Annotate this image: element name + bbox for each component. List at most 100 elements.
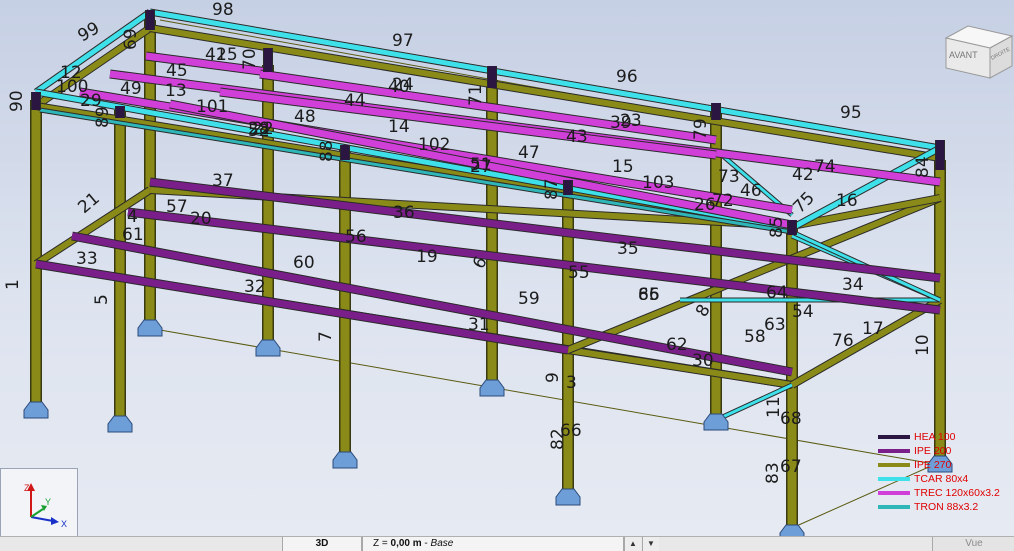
bar-number-label: 9 [543, 372, 563, 383]
legend-item: IPE 200 [878, 444, 1014, 458]
bar-number-label: 72 [712, 191, 734, 211]
status-bar: 3D Z = 0,00 m - Base ▲ ▼ Vue [0, 536, 1014, 551]
legend-label: HEA 100 [914, 431, 956, 443]
z-axis-label: Z [24, 483, 30, 493]
level-value: 0,00 m [390, 538, 422, 549]
viewcube-front-label[interactable]: AVANT [949, 50, 978, 60]
bar-number-label: 48 [294, 107, 316, 127]
x-axis-arrow [30, 516, 54, 522]
column-base[interactable] [137, 319, 163, 337]
legend-label: TCAR 80x4 [914, 473, 969, 485]
bar-number-label: 99 [75, 18, 104, 46]
y-axis-arrow [30, 508, 44, 518]
bar-number-label: 21 [74, 189, 103, 218]
legend-label: TREC 120x60x3.2 [914, 487, 1000, 499]
bar-number-label: 4 [127, 207, 138, 227]
bar-number-label: 44 [344, 91, 366, 111]
bar-number-label: 95 [840, 103, 862, 123]
bar-number-label: 5 [92, 294, 112, 305]
bar-number-label: 13 [165, 81, 187, 101]
bar-number-label: 45 [166, 61, 188, 81]
bar-number-label: 101 [196, 97, 228, 117]
level-up-icon[interactable]: ▲ [624, 537, 641, 551]
bar-number-label: 90 [7, 90, 27, 112]
bar-number-label: 98 [212, 0, 234, 20]
bar-number-label: 60 [293, 253, 315, 273]
bar-number-label: 73 [718, 167, 740, 187]
bar-number-label: 54 [792, 302, 814, 322]
bar-number-label: 56 [345, 227, 367, 247]
y-axis-label: Y [45, 497, 51, 507]
bar-number-label: 63 [764, 315, 786, 335]
view-cube[interactable]: AVANT DROITE [944, 16, 1014, 80]
legend-label: IPE 270 [914, 459, 952, 471]
bar-number-label: 70 [240, 48, 260, 70]
level-field[interactable]: Z = 0,00 m - Base [362, 537, 624, 551]
bar-number-label: 68 [780, 409, 802, 429]
legend-item: TREC 120x60x3.2 [878, 486, 1014, 500]
bar-number-label: 87 [542, 178, 562, 200]
column-base[interactable] [255, 339, 281, 357]
column-base[interactable] [332, 451, 358, 469]
bar-number-label: 97 [392, 31, 414, 51]
3d-viewport[interactable]: 1 3 4 5 6 7 8 9 10 11 12 13 14 15 16 17 19 20 21 22 23 24 25 26… [0, 0, 1014, 546]
bar-number-label: 83 [763, 462, 783, 484]
legend-label: IPE 200 [914, 445, 952, 457]
bar-number-label: 15 [612, 157, 634, 177]
column-base[interactable] [555, 488, 581, 506]
view-field[interactable]: Vue [932, 537, 1014, 551]
legend-label: TRON 88x3.2 [914, 501, 979, 513]
bar-number-label: 33 [76, 249, 98, 269]
bar-number-label: 1 [3, 279, 23, 290]
bar-number-label: 86 [638, 285, 660, 305]
bar-number-label: 82 [548, 428, 568, 450]
bar-number-label: 49 [120, 79, 142, 99]
bar-number-label: 14 [388, 117, 410, 137]
bar-number-label: 59 [518, 289, 540, 309]
column-base[interactable] [703, 413, 729, 431]
bar-number-label: 79 [691, 118, 711, 140]
bar-number-label: 40 [388, 77, 410, 97]
bar-number-label: 96 [616, 67, 638, 87]
bar-number-label: 42 [792, 165, 814, 185]
bar-number-label: 39 [610, 113, 632, 133]
column-base[interactable] [107, 415, 133, 433]
bar-number-label: 35 [617, 239, 639, 259]
bar-number-label: 41 [205, 45, 227, 65]
structure-model[interactable]: 13456789101112131415161719202122 23242526… [0, 0, 1014, 536]
bar-number-label: 102 [418, 135, 450, 155]
column-base[interactable] [779, 524, 805, 536]
bar-number-label: 17 [862, 319, 884, 339]
bar-number-label: 103 [642, 173, 674, 193]
legend-item: HEA 100 [878, 430, 1014, 444]
bar-number-label: 62 [666, 335, 688, 355]
level-name: Base [430, 538, 454, 549]
bar-number-label: 88 [317, 140, 337, 162]
bar-number-label: 16 [836, 191, 858, 211]
bar-number-label: 32 [244, 277, 266, 297]
bar-number-label: 69 [121, 28, 141, 50]
legend-item: TCAR 80x4 [878, 472, 1014, 486]
bar-number-label: 46 [740, 181, 762, 201]
bar-number-label: 36 [393, 203, 415, 223]
bar-number-label: 10 [913, 334, 933, 356]
bar-number-label: 85 [767, 216, 787, 238]
bar-number-label: 52 [248, 121, 270, 141]
view-mode-field[interactable]: 3D [282, 537, 362, 551]
legend-item: TRON 88x3.2 [878, 500, 1014, 514]
level-down-icon[interactable]: ▼ [642, 537, 659, 551]
legend-item: IPE 270 [878, 458, 1014, 472]
bar-number-label: 47 [518, 143, 540, 163]
bar-number-label: 20 [190, 209, 212, 229]
bar-number-label: 58 [744, 327, 766, 347]
bar-number-label: 30 [692, 351, 714, 371]
bar-number-label: 3 [566, 373, 577, 393]
column-base[interactable] [479, 379, 505, 397]
axis-triad: Z Y X [0, 468, 78, 546]
bar-number-label: 7 [316, 331, 336, 342]
column-base[interactable] [23, 401, 49, 419]
bar-number-label: 19 [416, 247, 438, 267]
bar-number-label: 76 [832, 331, 854, 351]
bar-number-label: 57 [166, 197, 188, 217]
bar-number-label: 37 [212, 171, 234, 191]
